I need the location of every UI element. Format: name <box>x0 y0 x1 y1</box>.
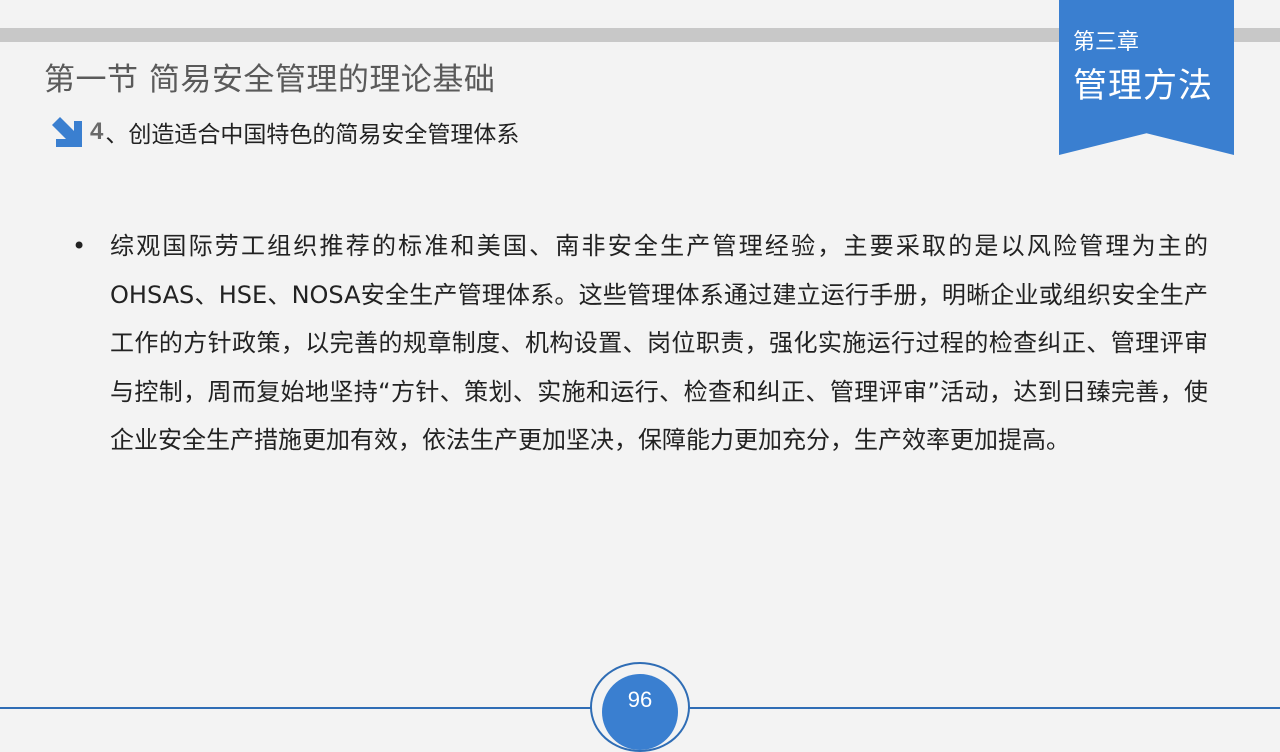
bullet-icon: • <box>72 232 87 260</box>
subheading-number: 4 <box>90 118 104 145</box>
chapter-label: 第三章 <box>1073 30 1140 55</box>
subheading-text: 、创造适合中国特色的简易安全管理体系 <box>105 122 520 148</box>
content-block: • 综观国际劳工组织推荐的标准和美国、南非安全生产管理经验，主要采取的是以风险管… <box>72 222 1212 465</box>
chapter-badge: 第三章 管理方法 <box>1059 0 1234 155</box>
section-title: 第一节 简易安全管理的理论基础 <box>44 62 496 98</box>
body-paragraph: 综观国际劳工组织推荐的标准和美国、南非安全生产管理经验，主要采取的是以风险管理为… <box>110 232 1208 455</box>
chapter-title: 管理方法 <box>1073 66 1213 106</box>
page-number: 96 <box>602 674 678 750</box>
subheading: 4 、创造适合中国特色的简易安全管理体系 <box>50 112 519 152</box>
arrow-down-right-icon <box>52 117 82 147</box>
